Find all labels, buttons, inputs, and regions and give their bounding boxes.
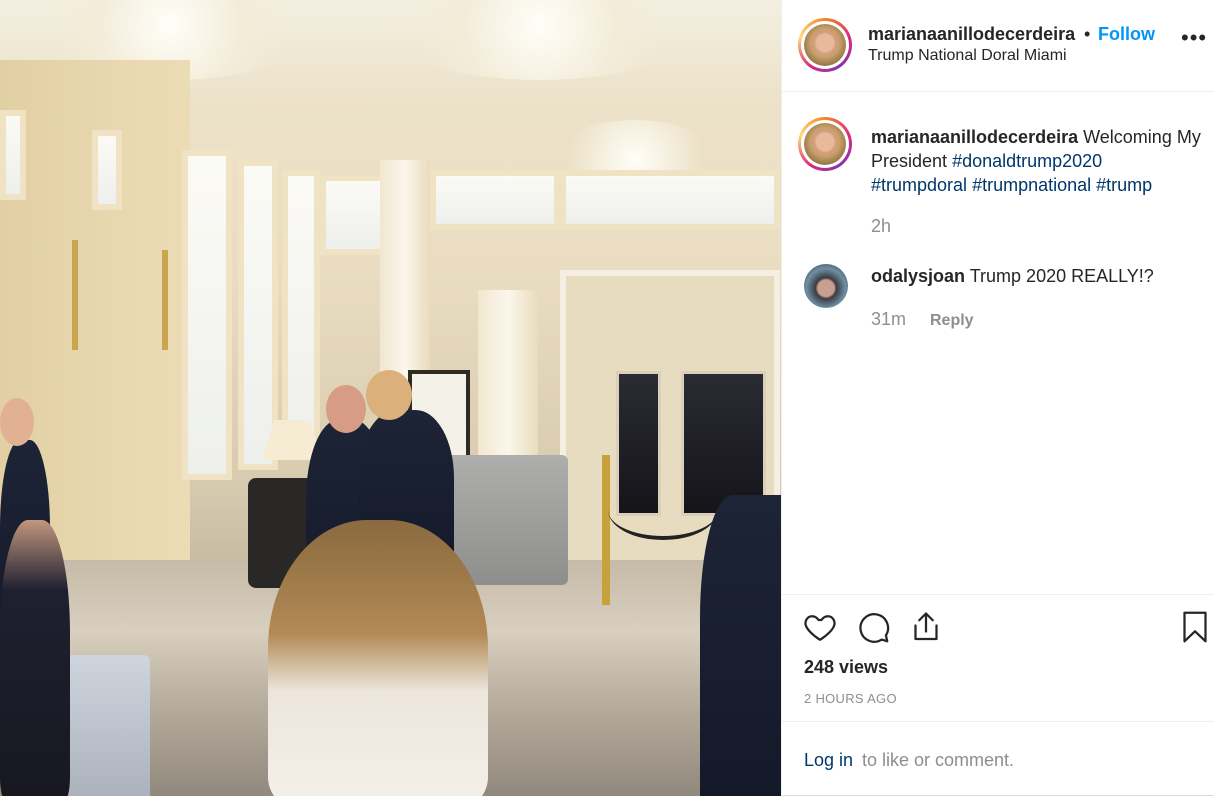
hashtag-link[interactable]: #trump — [1096, 175, 1152, 195]
media-window-2 — [92, 130, 122, 210]
caption-time: 2h — [871, 216, 892, 236]
login-prompt-text: to like or comment. — [862, 750, 1015, 770]
media-rope — [608, 480, 718, 540]
login-link[interactable]: Log in — [804, 750, 853, 771]
post-header: marianaanillodecerdeira • Follow Trump N… — [782, 0, 1214, 92]
instagram-post-frame: marianaanillodecerdeira • Follow Trump N… — [0, 0, 1214, 796]
media-window-1 — [0, 110, 26, 200]
login-prompt: Log in to like or comment. — [782, 721, 1214, 797]
caption-avatar[interactable] — [798, 117, 852, 171]
media-sconce-2 — [162, 250, 168, 350]
media-stanchion — [602, 455, 610, 605]
header-username[interactable]: marianaanillodecerdeira — [868, 24, 1094, 45]
more-options-icon[interactable]: ••• — [1181, 27, 1207, 53]
caption-avatar-image — [804, 123, 846, 165]
post-video[interactable] — [0, 0, 781, 796]
follow-button[interactable]: Follow — [1098, 24, 1155, 45]
heart-icon[interactable] — [802, 609, 838, 645]
separator-dot: • — [1084, 24, 1091, 44]
hashtag-link[interactable]: #donaldtrump2020 — [952, 151, 1102, 171]
bookmark-icon[interactable] — [1177, 609, 1213, 645]
caption-username[interactable]: marianaanillodecerdeira — [871, 127, 1078, 147]
post-side-panel: marianaanillodecerdeira • Follow Trump N… — [781, 0, 1214, 796]
media-head-2 — [366, 370, 412, 420]
media-person-right — [700, 495, 781, 796]
comment-bubble-icon[interactable] — [855, 609, 891, 645]
comment-time: 31m — [871, 309, 907, 329]
media-window-4 — [238, 160, 278, 470]
caption: marianaanillodecerdeira Welcoming My Pre… — [871, 125, 1201, 197]
media-sconce-1 — [72, 240, 78, 350]
avatar[interactable] — [798, 18, 852, 72]
media-window-3 — [182, 150, 232, 480]
share-icon[interactable] — [908, 609, 944, 645]
media-window-7 — [430, 170, 560, 230]
hashtag-link[interactable]: #trumpdoral — [871, 175, 967, 195]
comment-username[interactable]: odalysjoan — [871, 266, 965, 286]
media-window-5 — [282, 170, 320, 450]
avatar-image — [804, 24, 846, 66]
post-actions: 248 views 2 HOURS AGO Log in to like or … — [782, 594, 1214, 796]
media-person-left-front — [0, 520, 70, 796]
post-timestamp: 2 HOURS AGO — [804, 691, 897, 706]
hashtag-link[interactable]: #trumpnational — [972, 175, 1091, 195]
media-head-1 — [326, 385, 366, 433]
location-link[interactable]: Trump National Doral Miami — [868, 47, 1067, 65]
comment: odalysjoan Trump 2020 REALLY!? — [871, 266, 1154, 287]
media-person-woman — [268, 520, 488, 796]
media-window-8 — [560, 170, 780, 230]
comment-text: Trump 2020 REALLY!? — [969, 266, 1154, 286]
media-head-guard — [0, 398, 34, 446]
reply-button[interactable]: Reply — [930, 312, 974, 330]
view-count[interactable]: 248 views — [804, 657, 888, 678]
comment-avatar[interactable] — [804, 264, 848, 308]
